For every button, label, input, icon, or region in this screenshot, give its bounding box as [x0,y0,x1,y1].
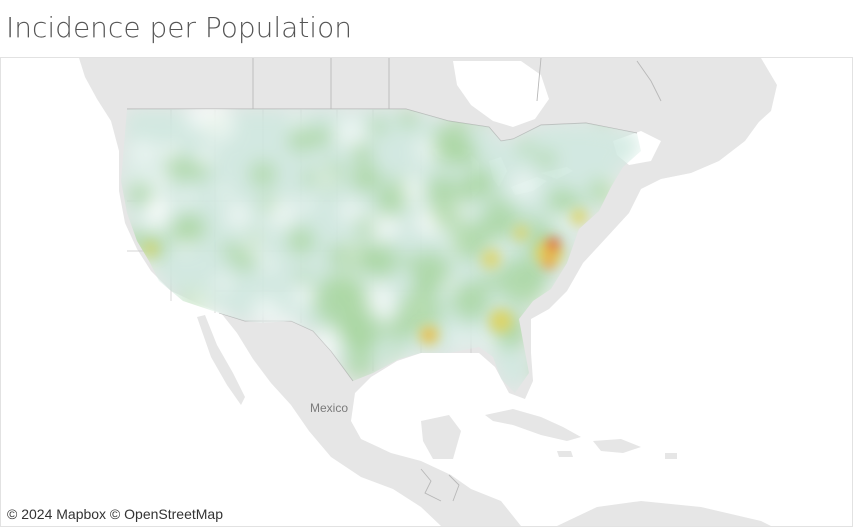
heat-hotspot [489,309,513,333]
heat-zone [425,175,457,207]
heat-cell [288,127,314,154]
heat-cell [266,198,297,229]
heat-zone [467,167,495,195]
heat-cell [248,231,262,246]
heat-zone [399,289,443,333]
heat-cell [128,181,153,206]
heat-hotspot [546,238,560,252]
heat-cell [511,172,537,199]
heat-cell [452,330,470,348]
heat-cell [296,270,311,284]
map-canvas[interactable]: Mexico [1,58,852,526]
mexico-label: Mexico [310,401,348,415]
heat-cell [518,140,534,157]
heat-hotspot [481,249,501,269]
heat-cell [369,117,387,136]
heat-cell [130,169,145,185]
heat-zone [287,227,315,255]
heat-cell [346,249,359,263]
heat-hotspot [571,209,587,225]
heat-cell [225,202,252,229]
heat-cell [169,217,197,245]
heat-cell [300,197,314,211]
heat-cell [217,185,231,199]
heat-cell [351,142,374,165]
heat-hotspot [143,241,159,257]
heat-cell [399,110,418,129]
heat-cell [214,275,232,293]
heat-cell [355,217,376,238]
map-attribution[interactable]: © 2024 Mapbox © OpenStreetMap [7,506,223,522]
heat-cell [349,164,378,193]
heat-zone [451,281,491,321]
heat-cell [302,169,320,187]
heat-cell [232,247,257,273]
heat-cell [289,113,303,127]
heat-cell [130,140,157,167]
heat-cell [432,135,463,167]
heat-cell [292,284,316,308]
page-title: Incidence per Population [6,11,352,44]
map-view[interactable]: Mexico [0,57,853,527]
heat-cell [480,270,499,288]
heat-cell [249,161,277,188]
heat-hotspot [513,225,529,241]
heat-hotspot [424,330,434,340]
heat-cell [196,147,214,166]
heat-cell [180,191,195,206]
heat-cell [536,149,556,169]
heat-cell [339,199,363,223]
heat-zone [411,251,451,291]
heat-cell [261,257,277,273]
heat-zone [375,185,407,217]
heat-hotspot [543,257,555,269]
heat-zone [363,243,399,279]
heat-cell [165,154,194,183]
heat-zone [497,257,545,305]
heat-zone [339,309,383,353]
heat-zone [547,187,575,215]
